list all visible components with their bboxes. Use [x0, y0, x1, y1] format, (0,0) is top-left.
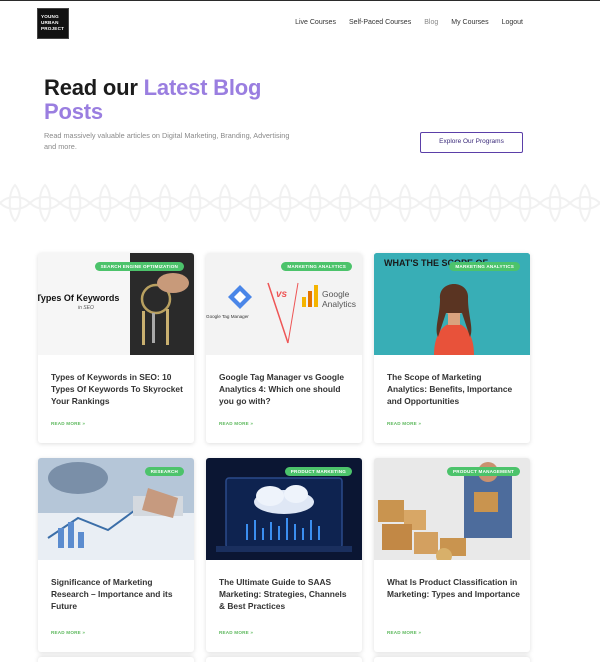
read-more-link[interactable]: READ MORE » [51, 630, 85, 635]
title-part-2: Posts [44, 99, 103, 124]
logo-line-3: PROJECT [41, 26, 65, 31]
post-thumbnail[interactable]: Google Tag Manager vs Google Analytics M… [206, 253, 362, 355]
post-title[interactable]: The Ultimate Guide to SAAS Marketing: St… [219, 576, 353, 612]
read-more-link[interactable]: READ MORE » [219, 630, 253, 635]
post-title[interactable]: The Scope of Marketing Analytics: Benefi… [387, 371, 521, 407]
decorative-pattern [0, 183, 600, 223]
post-card-partial[interactable] [206, 657, 362, 662]
thumb-right-line-2: Analytics [322, 299, 357, 309]
post-card[interactable]: PRODUCT MARKETING The Ultimate Guide to … [206, 458, 362, 652]
post-thumbnail[interactable]: PRODUCT MANAGEMENT [374, 458, 530, 560]
read-more-link[interactable]: READ MORE » [387, 630, 421, 635]
thumb-subcaption: in SEO [78, 305, 94, 311]
read-more-link[interactable]: READ MORE » [387, 421, 421, 426]
post-card-partial[interactable] [38, 657, 194, 662]
nav-item-logout[interactable]: Logout [502, 19, 523, 26]
main-nav: Live Courses Self-Paced Courses Blog My … [295, 19, 523, 26]
category-badge[interactable]: SEARCH ENGINE OPTIMIZATION [94, 262, 184, 271]
post-thumbnail[interactable]: Types Of Keywords in SEO SEARCH ENGINE O… [38, 253, 194, 355]
title-accent: Latest Blog [143, 75, 262, 100]
title-part-1: Read our [44, 75, 144, 100]
thumb-caption: Types Of Keywords [38, 293, 120, 303]
post-thumbnail[interactable]: RESEARCH [38, 458, 194, 560]
post-title[interactable]: Types of Keywords in SEO: 10 Types Of Ke… [51, 371, 185, 407]
category-badge[interactable]: RESEARCH [144, 467, 184, 476]
read-more-link[interactable]: READ MORE » [219, 421, 253, 426]
nav-item-live-courses[interactable]: Live Courses [295, 19, 336, 26]
post-thumbnail[interactable]: PRODUCT MARKETING [206, 458, 362, 560]
nav-item-self-paced-courses[interactable]: Self-Paced Courses [349, 19, 411, 26]
thumb-vs: vs [276, 289, 288, 300]
category-badge[interactable]: MARKETING ANALYTICS [449, 262, 520, 271]
nav-item-my-courses[interactable]: My Courses [451, 19, 488, 26]
category-badge[interactable]: MARKETING ANALYTICS [281, 262, 352, 271]
page-subtitle: Read massively valuable articles on Digi… [44, 131, 290, 151]
post-card[interactable]: Google Tag Manager vs Google Analytics M… [206, 253, 362, 443]
post-title[interactable]: What Is Product Classification in Market… [387, 576, 521, 600]
post-thumbnail[interactable]: WHAT'S THE SCOPE OF MARKETING ANALYTICS [374, 253, 530, 355]
post-card[interactable]: RESEARCH Significance of Marketing Resea… [38, 458, 194, 652]
post-title[interactable]: Significance of Marketing Research – Imp… [51, 576, 185, 612]
thumb-right-caption: Google Analytics [322, 289, 356, 309]
category-badge[interactable]: PRODUCT MANAGEMENT [446, 467, 520, 476]
post-title[interactable]: Google Tag Manager vs Google Analytics 4… [219, 371, 353, 407]
brand-logo[interactable]: YOUNG URBAN PROJECT [37, 8, 69, 39]
thumb-left-caption: Google Tag Manager [206, 314, 249, 319]
post-card-partial[interactable] [374, 657, 530, 662]
page-title: Read our Latest Blog Posts [44, 76, 304, 124]
post-card[interactable]: PRODUCT MANAGEMENT What Is Product Class… [374, 458, 530, 652]
header: YOUNG URBAN PROJECT Live Courses Self-Pa… [0, 0, 600, 48]
read-more-link[interactable]: READ MORE » [51, 421, 85, 426]
category-badge[interactable]: PRODUCT MARKETING [284, 467, 352, 476]
post-card[interactable]: Types Of Keywords in SEO SEARCH ENGINE O… [38, 253, 194, 443]
nav-item-blog[interactable]: Blog [424, 19, 438, 26]
explore-programs-button[interactable]: Explore Our Programs [420, 132, 523, 153]
post-card[interactable]: WHAT'S THE SCOPE OF MARKETING ANALYTICS … [374, 253, 530, 443]
thumb-right-line-1: Google [322, 289, 350, 299]
